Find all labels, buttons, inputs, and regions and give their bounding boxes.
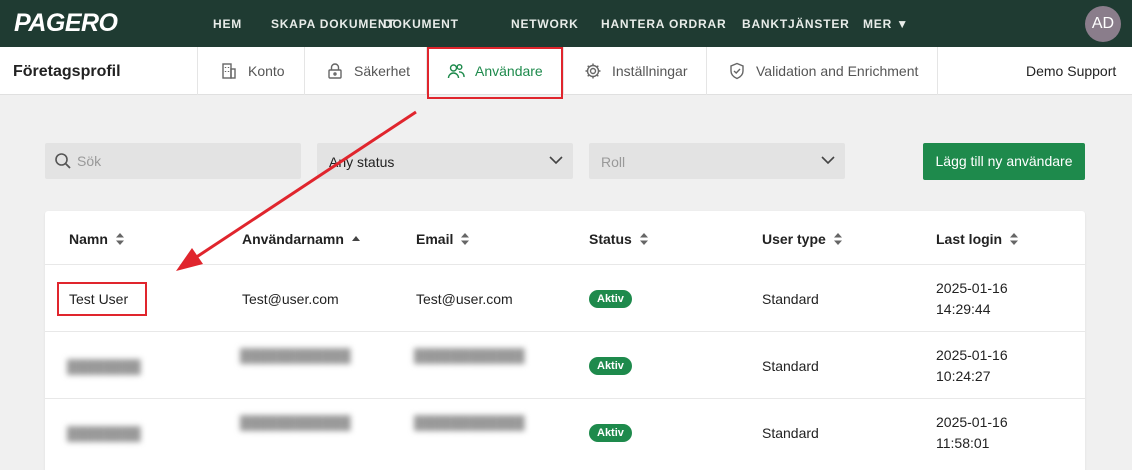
annotation-highlight-test-user — [57, 282, 147, 316]
building-icon — [222, 63, 236, 79]
status-badge: Aktiv — [589, 424, 632, 442]
user-username: Test@user.com — [242, 291, 339, 307]
nav-hem[interactable]: HEM — [213, 17, 242, 31]
user-name-redacted: ████████ — [67, 426, 141, 441]
user-type: Standard — [762, 425, 819, 441]
profile-subnav: Företagsprofil Konto Säkerhet Användare … — [0, 47, 1132, 95]
tab-validation-enrichment[interactable]: Validation and Enrichment — [706, 47, 938, 95]
sort-icon — [833, 233, 842, 245]
user-type: Standard — [762, 358, 819, 374]
nav-network[interactable]: NETWORK — [511, 17, 579, 31]
lock-icon — [328, 63, 342, 79]
role-select-placeholder: Roll — [601, 154, 626, 170]
pagero-logo[interactable]: PAGERO — [14, 9, 118, 38]
table-row[interactable]: ████████ ████████████ ████████████ Aktiv… — [45, 398, 1085, 465]
user-name-redacted: ████████ — [67, 359, 141, 374]
column-header-last-login[interactable]: Last login — [936, 231, 1019, 247]
table-row[interactable]: ████████ ████████████ ████████████ Aktiv… — [45, 331, 1085, 398]
last-login-time: 10:24:27 — [936, 368, 991, 384]
sort-ascending-icon — [351, 236, 360, 241]
tab-label: Säkerhet — [354, 63, 411, 79]
column-label: Last login — [936, 231, 1003, 247]
gear-icon — [585, 63, 601, 79]
table-row[interactable]: Test User Test@user.com Test@user.com Ak… — [45, 264, 1085, 331]
nav-skapa-dokument[interactable]: SKAPA DOKUMENT — [271, 17, 396, 31]
sort-icon — [639, 233, 648, 245]
user-email: Test@user.com — [416, 291, 513, 307]
status-select-value: Any status — [329, 154, 395, 170]
nav-mer-dropdown[interactable]: MER ▼ — [863, 17, 909, 31]
nav-hantera-ordrar[interactable]: HANTERA ORDRAR — [601, 17, 726, 31]
nav-dokument[interactable]: DOKUMENT — [383, 17, 459, 31]
search-placeholder: Sök — [77, 153, 102, 169]
user-email-redacted: ████████████ — [414, 348, 525, 363]
shield-check-icon — [730, 62, 744, 80]
user-email-redacted: ████████████ — [414, 415, 525, 430]
tab-label: Validation and Enrichment — [756, 63, 919, 79]
user-type: Standard — [762, 291, 819, 307]
column-label: Användarnamn — [242, 231, 344, 247]
user-username-redacted: ████████████ — [240, 415, 351, 430]
chevron-down-icon — [821, 156, 835, 165]
last-login-time: 11:58:01 — [936, 435, 990, 451]
current-user-name[interactable]: Demo Support — [1026, 63, 1116, 79]
top-navigation-bar: PAGERO HEM SKAPA DOKUMENT DOKUMENT NETWO… — [0, 0, 1132, 47]
last-login-date: 2025-01-16 — [936, 347, 1008, 363]
user-avatar[interactable]: AD — [1085, 6, 1121, 42]
status-badge: Aktiv — [589, 357, 632, 375]
tab-label: Konto — [248, 63, 285, 79]
tab-installningar[interactable]: Inställningar — [563, 47, 706, 95]
column-header-user-type[interactable]: User type — [762, 231, 842, 247]
tab-konto[interactable]: Konto — [197, 47, 304, 95]
annotation-highlight-users-tab — [427, 47, 563, 99]
last-login-date: 2025-01-16 — [936, 414, 1008, 430]
last-login-date: 2025-01-16 — [936, 280, 1008, 296]
tab-sakerhet[interactable]: Säkerhet — [304, 47, 426, 95]
users-table: Namn Användarnamn Email Status User type… — [45, 211, 1085, 470]
column-label: Email — [416, 231, 454, 247]
column-header-email[interactable]: Email — [416, 231, 470, 247]
column-label: Namn — [69, 231, 108, 247]
status-badge: Aktiv — [589, 290, 632, 308]
column-label: User type — [762, 231, 826, 247]
last-login-time: 14:29:44 — [936, 301, 991, 317]
nav-banktjanster[interactable]: BANKTJÄNSTER — [742, 17, 850, 31]
add-user-button[interactable]: Lägg till ny användare — [923, 143, 1085, 180]
tab-label: Inställningar — [612, 63, 688, 79]
sort-icon — [115, 233, 124, 245]
chevron-down-icon — [549, 156, 563, 165]
role-select[interactable]: Roll — [589, 143, 845, 179]
column-label: Status — [589, 231, 632, 247]
sort-icon — [461, 233, 470, 245]
status-select[interactable]: Any status — [317, 143, 573, 179]
column-header-anvandarnamn[interactable]: Användarnamn — [242, 231, 360, 247]
search-icon — [55, 153, 71, 169]
page-title: Företagsprofil — [13, 63, 121, 80]
search-input[interactable]: Sök — [45, 143, 301, 179]
user-username-redacted: ████████████ — [240, 348, 351, 363]
column-header-status[interactable]: Status — [589, 231, 648, 247]
sort-icon — [1010, 233, 1019, 245]
column-header-namn[interactable]: Namn — [69, 231, 124, 247]
